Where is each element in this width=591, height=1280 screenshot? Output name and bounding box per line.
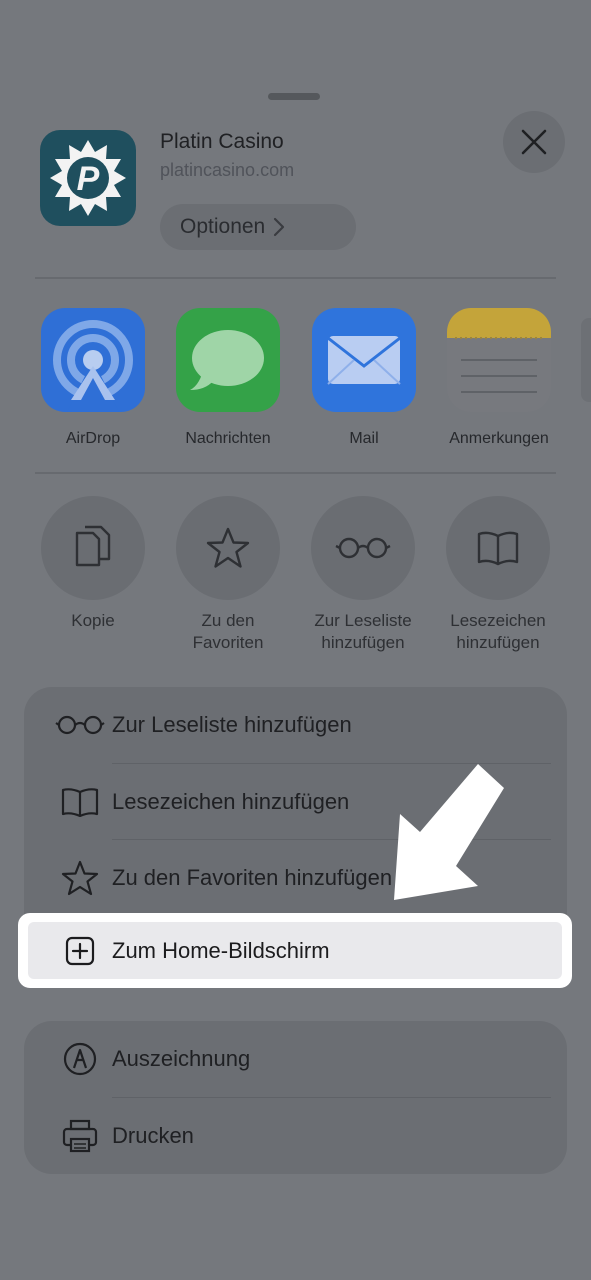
divider <box>35 277 556 279</box>
share-label: AirDrop <box>65 430 121 447</box>
share-sheet: P Platin Casino platincasino.com Optione… <box>0 0 591 1280</box>
markup-icon <box>52 1042 108 1076</box>
action-label-line2: Favoriten <box>192 633 264 652</box>
app-logo-letter: P <box>77 160 100 198</box>
action-label-line2: hinzufügen <box>321 633 405 652</box>
action-label: Lesezeichen hinzufügen <box>433 610 563 654</box>
action-label-line1: Zu den <box>201 611 255 630</box>
mail-icon <box>312 308 416 412</box>
list-item-label: Lesezeichen hinzufügen <box>112 789 350 814</box>
list-item-reading-list[interactable]: Zur Leseliste hinzufügen <box>24 687 567 763</box>
action-label: Kopie <box>28 610 158 632</box>
star-icon <box>52 860 108 896</box>
share-label: Anmerkungen <box>449 430 549 447</box>
divider <box>35 472 556 474</box>
list-item-add-to-home-screen[interactable]: Zum Home-Bildschirm <box>28 922 562 979</box>
list-item-print[interactable]: Drucken <box>24 1098 567 1174</box>
action-label-line1: Kopie <box>71 611 115 630</box>
add-square-icon <box>52 936 108 966</box>
action-label-line2: hinzufügen <box>456 633 540 652</box>
close-icon <box>521 129 547 155</box>
list-item-label: Zum Home-Bildschirm <box>112 937 330 963</box>
pointer-arrow-icon <box>394 764 504 900</box>
share-more-peek[interactable] <box>581 318 591 402</box>
highlight-frame: Zum Home-Bildschirm <box>18 913 572 988</box>
action-copy[interactable]: Kopie <box>28 496 158 632</box>
app-title: Platin Casino <box>160 130 284 153</box>
app-url: platincasino.com <box>160 160 295 180</box>
action-bookmark[interactable]: Lesezeichen hinzufügen <box>433 496 563 654</box>
action-reading-list[interactable]: Zur Leseliste hinzufügen <box>298 496 428 654</box>
action-label: Zur Leseliste hinzufügen <box>298 610 428 654</box>
glasses-icon <box>52 714 108 736</box>
copy-icon <box>41 496 145 600</box>
options-button[interactable]: Optionen <box>160 204 356 250</box>
share-mail[interactable]: Mail <box>312 308 416 448</box>
chevron-right-icon <box>274 217 285 237</box>
share-messages[interactable]: Nachrichten <box>176 308 280 448</box>
share-label: Mail <box>349 430 379 447</box>
list-item-markup[interactable]: Auszeichnung <box>24 1021 567 1097</box>
printer-icon <box>52 1119 108 1153</box>
book-icon <box>446 496 550 600</box>
more-actions-list: Auszeichnung Drucken <box>24 1021 567 1174</box>
list-item-label: Zur Leseliste hinzufügen <box>112 712 352 737</box>
list-item-label: Zu den Favoriten hinzufügen <box>112 865 393 890</box>
action-label: Zu den Favoriten <box>163 610 293 654</box>
book-icon <box>52 787 108 817</box>
app-logo: P <box>40 130 136 226</box>
airdrop-icon <box>41 308 145 412</box>
messages-icon <box>176 308 280 412</box>
list-item-label: Drucken <box>112 1123 194 1148</box>
notes-icon <box>447 308 551 412</box>
list-item-label: Auszeichnung <box>112 1046 251 1071</box>
share-airdrop[interactable]: AirDrop <box>41 308 145 448</box>
action-favorites[interactable]: Zu den Favoriten <box>163 496 293 654</box>
share-notes[interactable]: Anmerkungen <box>447 308 551 448</box>
action-label-line1: Zur Leseliste <box>314 611 412 630</box>
sheet-grabber[interactable] <box>268 93 320 100</box>
glasses-icon <box>311 496 415 600</box>
action-label-line1: Lesezeichen <box>450 611 546 630</box>
share-label: Nachrichten <box>185 430 271 447</box>
star-icon <box>176 496 280 600</box>
options-label: Optionen <box>180 215 266 238</box>
close-button[interactable] <box>503 111 565 173</box>
